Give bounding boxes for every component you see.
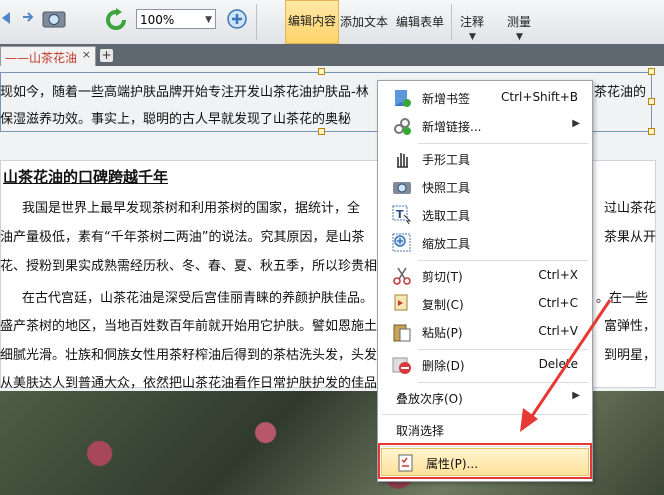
toolbar: 100% ▼ 编辑内容 添加文本 编辑表单 注释 ▼ 测量 ▼ (0, 0, 664, 45)
zoom-tool-icon (392, 233, 412, 253)
edit-content-button[interactable]: 编辑内容 (285, 0, 339, 44)
menu-item-deselect[interactable]: 取消选择 (378, 416, 592, 444)
annotate-button[interactable]: 注释 ▼ (455, 0, 489, 44)
nav-arrows-icon[interactable] (0, 8, 14, 28)
paragraph-line: 在古代宫廷，山茶花油是深受后宫佳丽青睐的养颜护肤佳品。 (22, 291, 374, 306)
intro-line: 保湿滋养功效。事实上，聪明的古人早就发现了山茶花的奥秘 (0, 112, 352, 127)
arrow-right-icon[interactable] (22, 10, 34, 24)
toolbar-separator (256, 4, 257, 40)
menu-item-delete[interactable]: 删除(D) Delete (378, 351, 592, 379)
zoom-value: 100% (140, 13, 175, 27)
resize-handle[interactable] (318, 128, 325, 135)
section-heading: 山茶花油的口碑跨越千年 (3, 168, 169, 186)
menu-item-add-link[interactable]: 新增链接... ▶ (378, 112, 592, 140)
paragraph-line: 从美肤达人到普通大众，依然把山茶花油看作日常护肤护发的佳品 (0, 376, 378, 391)
context-menu: 新增书签 Ctrl+Shift+B 新增链接... ▶ 手形工具 快照工具 T … (377, 80, 593, 482)
measure-label: 测量 (506, 15, 531, 29)
chevron-down-icon: ▼ (205, 15, 212, 25)
menu-item-stacking-order[interactable]: 叠放次序(O) ▶ (378, 384, 592, 412)
close-icon[interactable]: × (82, 48, 91, 61)
annotate-dropdown-icon: ▼ (469, 32, 476, 42)
menu-separator (418, 260, 588, 261)
rotate-icon[interactable] (104, 8, 128, 32)
menu-item-zoom-tool[interactable]: 缩放工具 (378, 229, 592, 257)
chevron-right-icon: ▶ (572, 390, 580, 401)
tab-document-label: ——山茶花油 (5, 51, 78, 65)
svg-text:T: T (396, 208, 404, 221)
tab-bar: ——山茶花油 × + (0, 44, 664, 66)
toolbar-separator (451, 4, 452, 40)
menu-separator (382, 414, 588, 415)
paragraph-line: 我国是世界上最早发现茶树和利用茶树的国家，据统计，全 (22, 201, 361, 216)
resize-handle[interactable] (648, 128, 655, 135)
snapshot-camera-icon[interactable] (41, 8, 67, 30)
intro-line: 现如今，随着一些高端护肤品牌开始专注开发山茶花油护肤品-林 (0, 85, 369, 100)
resize-handle[interactable] (318, 68, 325, 75)
add-text-button[interactable]: 添加文本 (339, 0, 389, 44)
menu-separator (418, 382, 588, 383)
menu-item-hand-tool[interactable]: 手形工具 (378, 145, 592, 173)
zoom-select[interactable]: 100% ▼ (136, 9, 216, 29)
measure-dropdown-icon: ▼ (516, 32, 523, 42)
chevron-right-icon: ▶ (572, 118, 580, 129)
menu-item-select-tool[interactable]: T 选取工具 (378, 201, 592, 229)
select-text-icon: T (392, 205, 412, 225)
menu-item-cut[interactable]: 剪切(T) Ctrl+X (378, 262, 592, 290)
add-tab-icon[interactable]: + (100, 49, 113, 62)
scissors-icon (392, 266, 412, 286)
link-add-icon (392, 116, 412, 136)
paragraph-line-right: 过山茶花 (604, 201, 657, 216)
paragraph-line: 油产量极低，素有“千年茶树二两油”的说法。究其原因，是山茶 (0, 230, 365, 245)
intro-line-right: 茶花油的 (594, 85, 647, 100)
edit-form-button[interactable]: 编辑表单 (394, 0, 446, 44)
paragraph-line: 盛产茶树的地区，当地百姓数百年前就开始用它护肤。譬如恩施土 (0, 319, 378, 334)
resize-handle[interactable] (648, 68, 655, 75)
menu-item-add-bookmark[interactable]: 新增书签 Ctrl+Shift+B (378, 84, 592, 112)
zoom-in-icon[interactable] (226, 8, 248, 30)
highlight-box (378, 443, 592, 479)
menu-item-snapshot-tool[interactable]: 快照工具 (378, 173, 592, 201)
add-text-label: 添加文本 (339, 15, 388, 29)
edit-content-label: 编辑内容 (287, 14, 336, 28)
paragraph-line-right: 。在一些 (596, 291, 649, 306)
measure-button[interactable]: 测量 ▼ (502, 0, 536, 44)
paragraph-line-right: 到明星， (604, 348, 657, 363)
resize-handle[interactable] (648, 98, 655, 105)
menu-separator (418, 349, 588, 350)
delete-icon (392, 355, 412, 375)
tab-document[interactable]: ——山茶花油 × (0, 46, 96, 66)
paragraph-line-right: 茶果从开 (604, 230, 657, 245)
paragraph-line: 细腻光滑。壮族和侗族女性用茶籽榨油后得到的茶枯洗头发，头发 (0, 348, 378, 363)
menu-separator (418, 143, 588, 144)
menu-item-copy[interactable]: 复制(C) Ctrl+C (378, 290, 592, 318)
bookmark-add-icon (392, 88, 412, 108)
paragraph-line-right: 富弹性， (604, 319, 657, 334)
edit-form-label: 编辑表单 (395, 15, 444, 29)
paragraph-line: 花、授粉到果实成熟需经历秋、冬、春、夏、秋五季，所以珍贵相 (0, 259, 378, 274)
camera-icon (392, 177, 412, 197)
copy-icon (392, 294, 412, 314)
hand-tool-icon (392, 149, 412, 169)
menu-item-paste[interactable]: 粘贴(P) Ctrl+V (378, 318, 592, 346)
paste-icon (392, 322, 412, 342)
annotate-label: 注释 (459, 15, 484, 29)
